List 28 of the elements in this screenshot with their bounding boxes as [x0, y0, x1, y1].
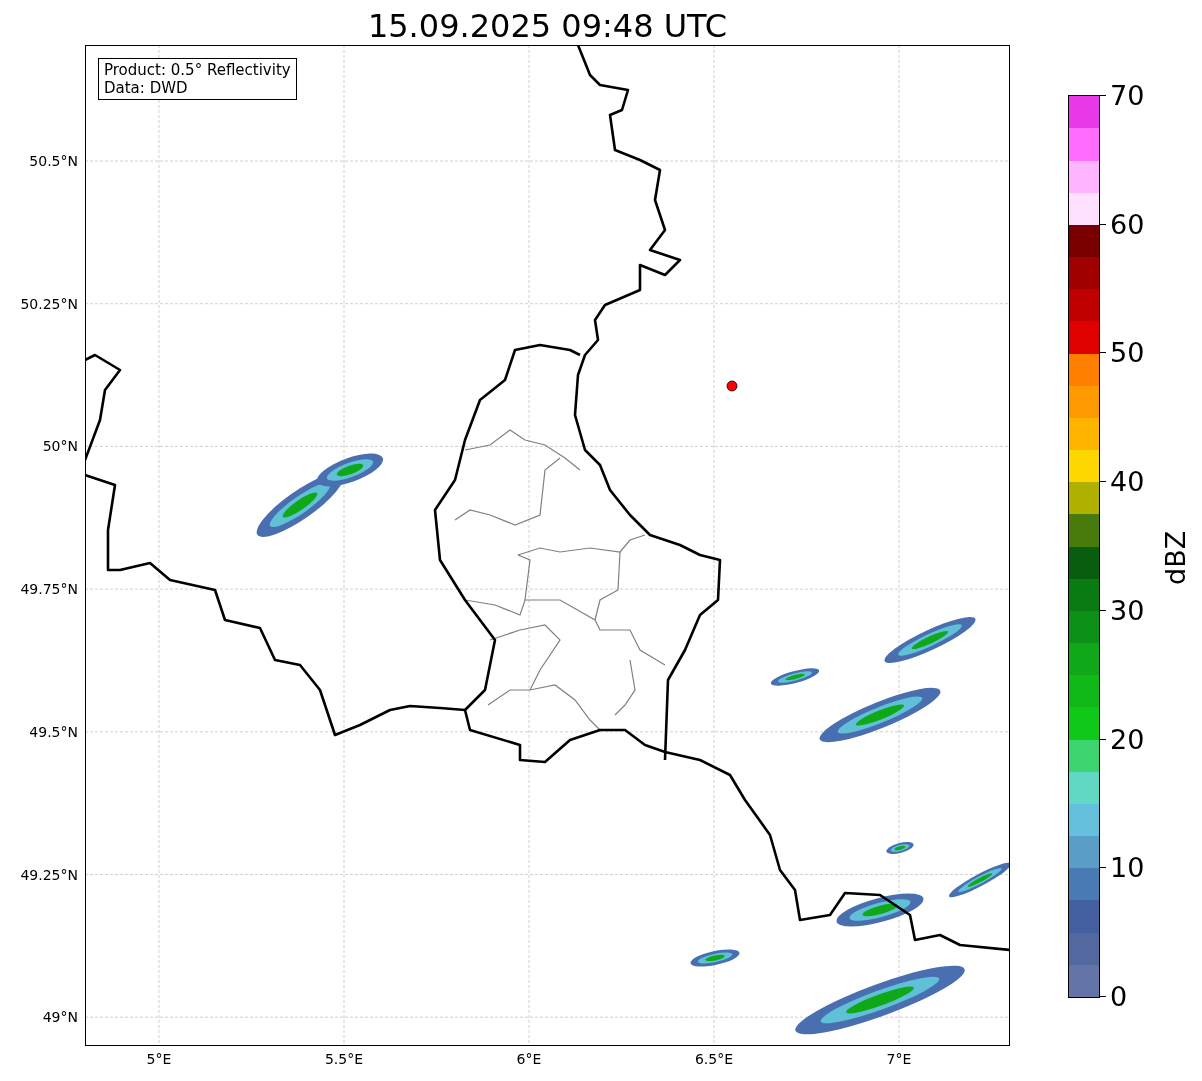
- info-text: Product: 0.5° Reflectivity: [104, 61, 291, 79]
- latitude-label: 49.75°N: [20, 580, 78, 599]
- longitude-label: 5.5°E: [324, 1051, 364, 1067]
- info-text: Data: DWD: [104, 79, 189, 97]
- latitude-label: 50.5°N: [29, 152, 78, 170]
- radar-site-marker: [726, 380, 738, 392]
- scale-tick-label: 10: [1100, 852, 1145, 885]
- longitude-label: 6.5°E: [694, 1051, 734, 1067]
- radar-echo: [690, 949, 740, 967]
- radar-echo: [886, 841, 914, 855]
- scale-tick-label: 0: [1100, 981, 1128, 1013]
- scale-tick-label: 70: [1100, 80, 1145, 112]
- radar-echo: [949, 862, 1009, 898]
- longitude-label: 5°E: [146, 1051, 172, 1067]
- latitude-label: 49.5°N: [29, 722, 78, 741]
- chart-title: 15.09.2025 09:48 UTC: [366, 6, 729, 45]
- longitude-label: 7°E: [886, 1051, 912, 1067]
- scale-tick-label: 20: [1100, 723, 1145, 756]
- scale-tick-label: 40: [1100, 466, 1145, 499]
- latitude-label: 49°N: [42, 1008, 78, 1027]
- scale-tick-label: 30: [1100, 594, 1145, 627]
- latitude-label: 50°N: [42, 437, 78, 456]
- scale-tick-label: 60: [1100, 208, 1145, 241]
- scale-unit-label: dBZ: [1160, 530, 1191, 585]
- latitude-label: 49.25°N: [20, 865, 78, 884]
- scale-tick-label: 50: [1100, 337, 1145, 370]
- latitude-label: 50.25°N: [20, 294, 78, 313]
- longitude-label: 6°E: [516, 1051, 542, 1067]
